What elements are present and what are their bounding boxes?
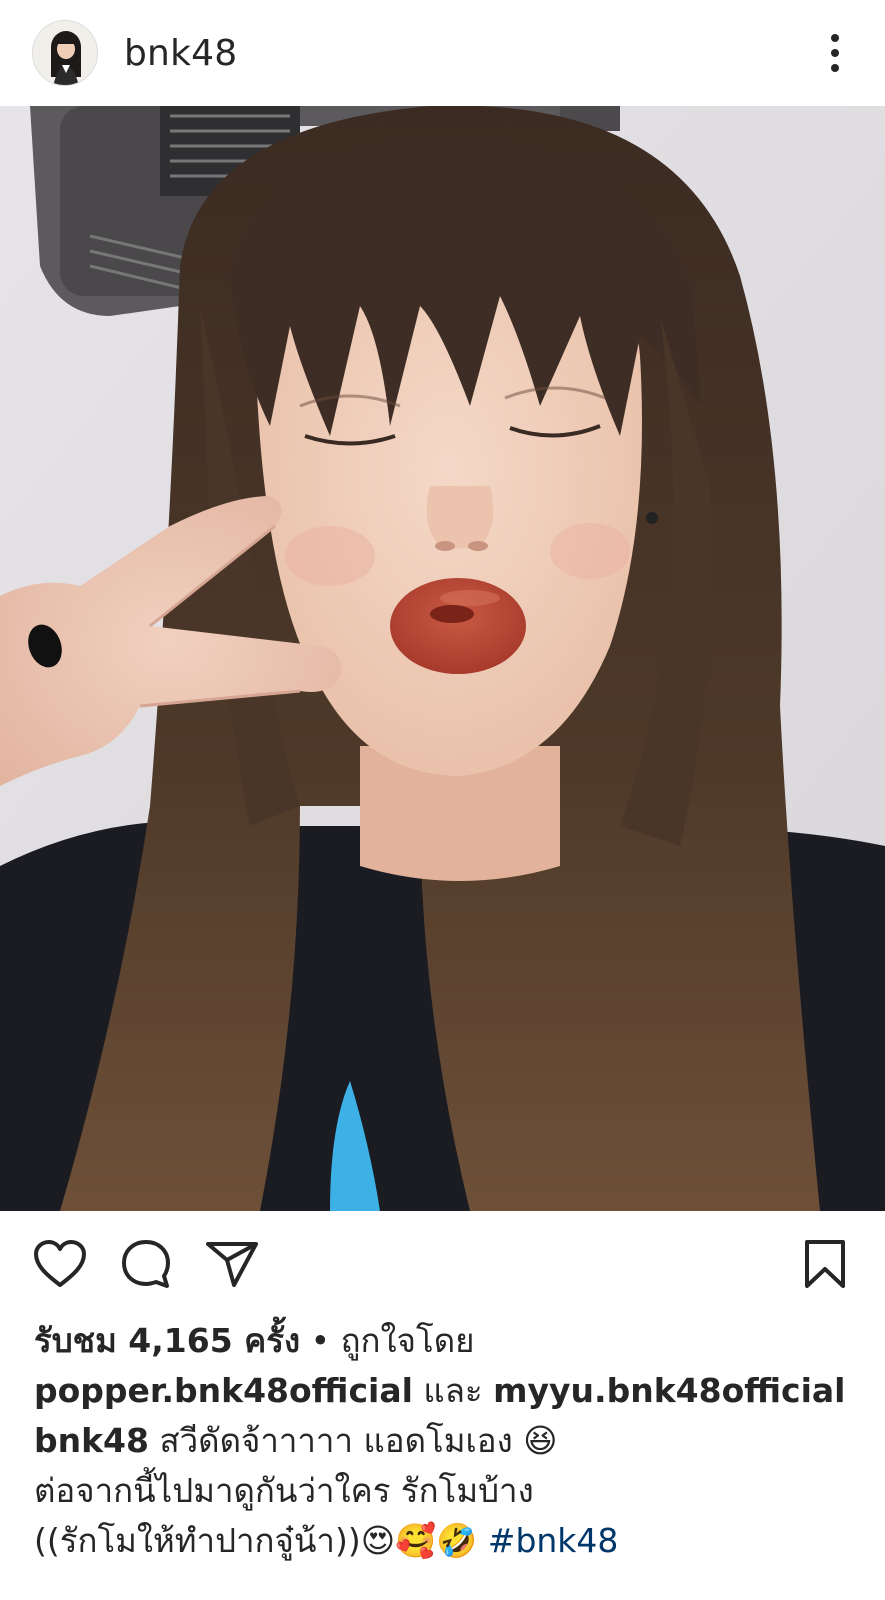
caption-username[interactable]: bnk48 <box>34 1421 149 1460</box>
liked-by-line: popper.bnk48official และ myyu.bnk48offic… <box>34 1366 885 1416</box>
views-count[interactable]: รับชม 4,165 ครั้ง <box>34 1321 300 1360</box>
liked-by-connector: และ <box>412 1371 494 1410</box>
caption-text-3: ((รักโมให้ทำปากจู๋น้า))😍🥰🤣 <box>34 1521 488 1560</box>
more-options-button[interactable] <box>817 23 853 83</box>
liked-by-user-2[interactable]: myyu.bnk48official <box>493 1371 845 1410</box>
share-button[interactable] <box>204 1236 260 1292</box>
stats-separator: • <box>300 1321 341 1360</box>
caption-text-2: ต่อจากนี้ไปมาดูกันว่าใคร รักโมบ้าง <box>34 1471 534 1510</box>
post-photo[interactable] <box>0 106 885 1211</box>
hashtag-link[interactable]: #bnk48 <box>488 1521 619 1560</box>
caption-line-2: ต่อจากนี้ไปมาดูกันว่าใคร รักโมบ้าง <box>34 1466 885 1516</box>
selfie-image <box>0 106 885 1211</box>
liked-by-prefix: ถูกใจโดย <box>340 1321 475 1360</box>
profile-avatar[interactable] <box>32 20 98 86</box>
post-header: bnk48 <box>0 0 885 106</box>
like-button[interactable] <box>32 1236 88 1292</box>
post-actions-bar <box>0 1211 885 1316</box>
caption-line-1: bnk48 สวีดัดจ้าาาาา แอดโมเอง 😆 <box>34 1416 885 1466</box>
comment-icon <box>122 1239 170 1288</box>
stats-line: รับชม 4,165 ครั้ง • ถูกใจโดย <box>34 1316 885 1366</box>
heart-icon <box>34 1239 86 1287</box>
caption-line-3: ((รักโมให้ทำปากจู๋น้า))😍🥰🤣 #bnk48 <box>34 1516 885 1566</box>
liked-by-user-1[interactable]: popper.bnk48official <box>34 1371 413 1410</box>
comment-button[interactable] <box>118 1236 174 1292</box>
send-icon <box>206 1241 258 1287</box>
save-button[interactable] <box>797 1236 853 1292</box>
bookmark-icon <box>805 1239 845 1288</box>
header-username[interactable]: bnk48 <box>124 33 237 74</box>
post-meta: รับชม 4,165 ครั้ง • ถูกใจโดย popper.bnk4… <box>34 1316 885 1566</box>
more-vertical-icon <box>831 34 839 72</box>
caption-text-1: สวีดัดจ้าาาาา แอดโมเอง 😆 <box>148 1421 558 1460</box>
